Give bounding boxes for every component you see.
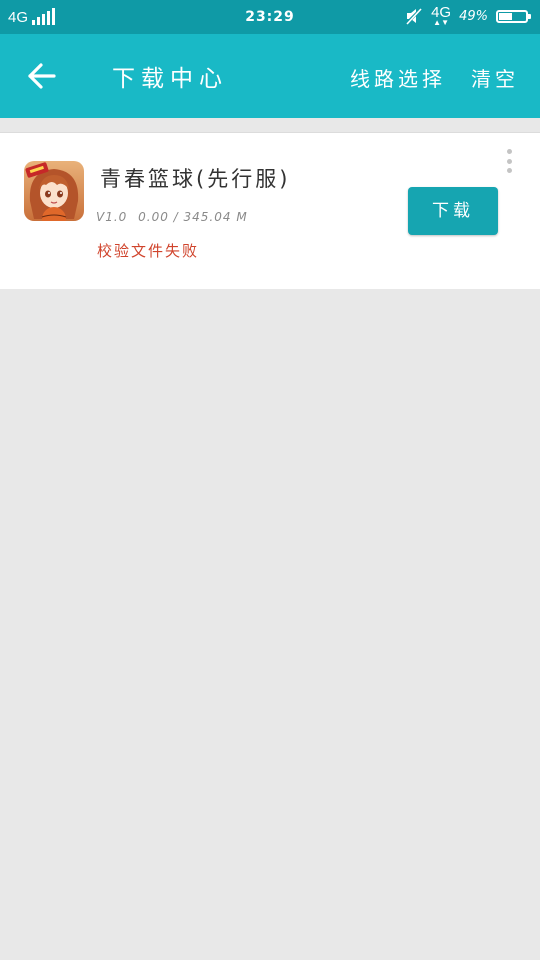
error-message: 校验文件失败	[97, 242, 200, 260]
app-meta: V1.0 0.00 / 345.04 M	[96, 210, 254, 224]
more-options-icon[interactable]	[503, 149, 515, 173]
download-list: 青春篮球(先行服) V1.0 0.00 / 345.04 M 校验文件失败 下载	[0, 132, 540, 289]
mute-icon	[405, 7, 424, 25]
status-right: 4G ▲▼ 49%	[405, 4, 531, 27]
download-button[interactable]: 下载	[408, 187, 498, 235]
status-bar: 4G 23:29 4G ▲▼ 49%	[0, 0, 540, 34]
app-header: 下载中心 线路选择 清空	[0, 34, 540, 118]
route-select-button[interactable]: 线路选择	[350, 63, 446, 92]
page-title: 下载中心	[112, 66, 228, 92]
clear-button[interactable]: 清空	[471, 63, 519, 92]
app-name: 青春篮球(先行服)	[100, 167, 291, 191]
app-icon	[24, 161, 84, 221]
download-progress-text: 0.00 / 345.04 M	[138, 210, 248, 224]
battery-percent: 49%	[459, 8, 488, 24]
mobile-data-icon: 4G ▲▼	[431, 4, 452, 27]
app-version: V1.0	[96, 210, 128, 224]
back-arrow-icon[interactable]	[26, 60, 58, 92]
battery-icon	[496, 9, 531, 23]
